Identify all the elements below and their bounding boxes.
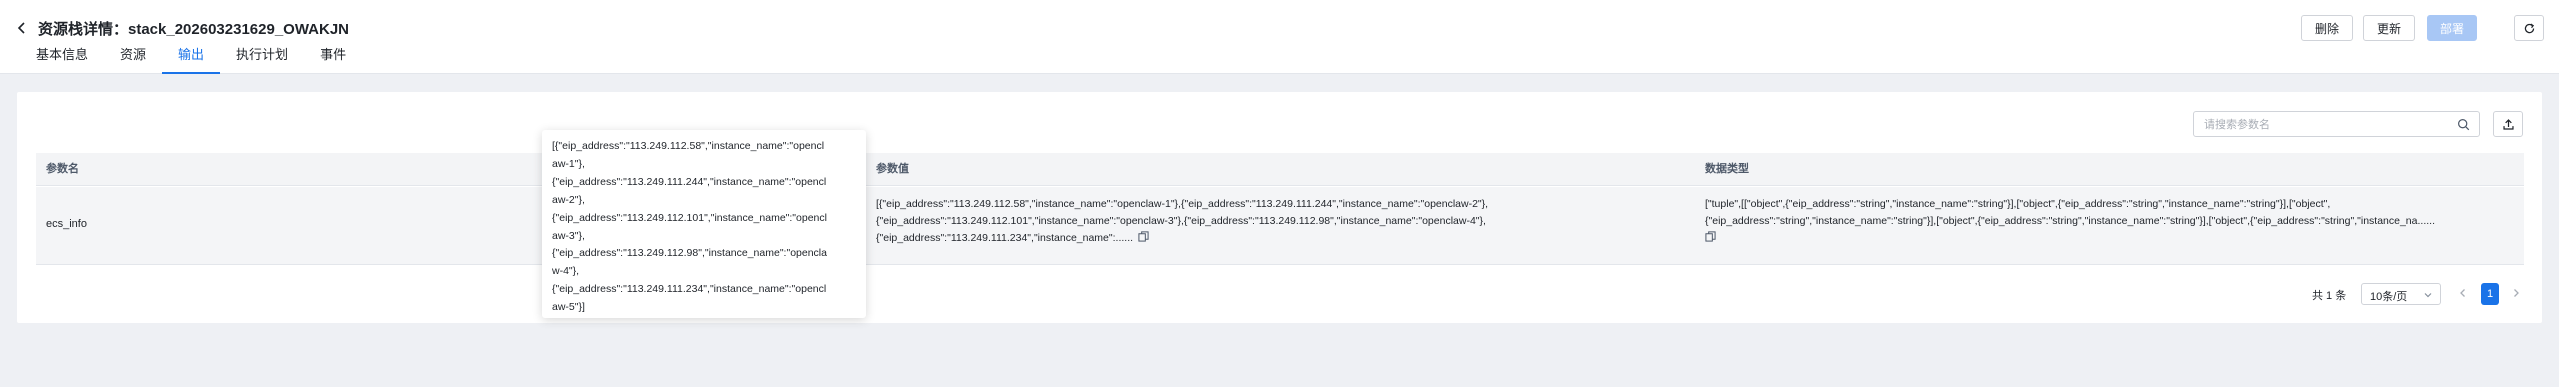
tab-events[interactable]: 事件 [304,44,362,74]
data-type-copy-line [1705,230,2505,247]
column-header-param-name: 参数名 [46,163,79,175]
tooltip-line: {"eip_address":"113.249.112.98","instanc… [552,247,827,260]
tooltip-line: {"eip_address":"113.249.111.234","instan… [552,283,827,296]
refresh-icon [2524,23,2534,33]
refresh-button[interactable] [2514,15,2544,41]
tooltip-line: {"eip_address":"113.249.112.101","instan… [552,211,827,224]
tooltip-line: aw-3"}, [552,229,585,242]
tooltip-line: aw-5"}] [552,301,585,314]
column-header-param-value: 参数值 [876,163,909,175]
tooltip-line: {"eip_address":"113.249.111.244","instan… [552,175,827,188]
table-header: 参数名 参数值 数据类型 [36,153,2524,186]
export-icon [2502,118,2514,130]
search-icon[interactable] [2457,118,2470,131]
tooltip-line: w-4"}, [552,265,580,278]
tab-basic-info[interactable]: 基本信息 [20,44,104,74]
param-value-line: [{"eip_address":"113.249.112.58","instan… [876,198,1489,210]
search-input[interactable] [2204,116,2444,133]
update-button[interactable]: 更新 [2363,15,2415,41]
value-tooltip: [{"eip_address":"113.249.112.58","instan… [542,130,866,318]
chevron-right-icon[interactable] [2510,287,2522,299]
copy-icon[interactable] [1138,231,1149,242]
tab-bar: 基本信息 资源 输出 执行计划 事件 [20,44,362,74]
tab-resources[interactable]: 资源 [104,44,162,74]
param-value-cell: [{"eip_address":"113.249.112.58","instan… [876,196,1536,247]
page-header: 资源栈详情：stack_202603231629_OWAKJN 基本信息 资源 … [0,0,2559,74]
total-count: 共 1 条 [2312,290,2347,302]
data-type-cell: ["tuple",[["object",{"eip_address":"stri… [1705,196,2505,247]
export-button[interactable] [2493,111,2523,137]
deploy-button[interactable]: 部署 [2427,15,2477,41]
chevron-left-icon[interactable] [2457,287,2469,299]
tab-execution-plan[interactable]: 执行计划 [220,44,304,74]
param-name-cell: ecs_info [46,218,87,230]
page-title: 资源栈详情：stack_202603231629_OWAKJN [38,21,349,38]
param-value-text: {"eip_address":"113.249.111.234","instan… [876,232,1134,244]
tooltip-line: [{"eip_address":"113.249.112.58","instan… [552,140,825,152]
page-size-value: 10条/页 [2370,291,2408,303]
search-box[interactable] [2193,111,2480,137]
data-type-line: {"eip_address":"string","instance_name":… [1705,215,2435,227]
page-size-select[interactable]: 10条/页 [2361,283,2441,305]
param-value-line-last: {"eip_address":"113.249.111.234","instan… [876,230,1536,247]
table-row: ecs_info [{"eip_address":"113.249.112.58… [36,187,2524,265]
data-type-line: ["tuple",[["object",{"eip_address":"stri… [1705,198,2331,210]
delete-button[interactable]: 删除 [2301,15,2353,41]
tooltip-line: aw-2"}, [552,193,585,206]
chevron-down-icon [2424,293,2432,298]
tooltip-line: aw-1"}, [552,157,585,170]
page-number-button[interactable]: 1 [2481,283,2499,305]
param-value-line: {"eip_address":"113.249.112.101","instan… [876,215,1486,227]
column-header-data-type: 数据类型 [1705,163,1749,175]
tab-outputs[interactable]: 输出 [162,44,221,74]
copy-icon[interactable] [1705,231,1716,242]
back-icon[interactable] [14,20,30,36]
